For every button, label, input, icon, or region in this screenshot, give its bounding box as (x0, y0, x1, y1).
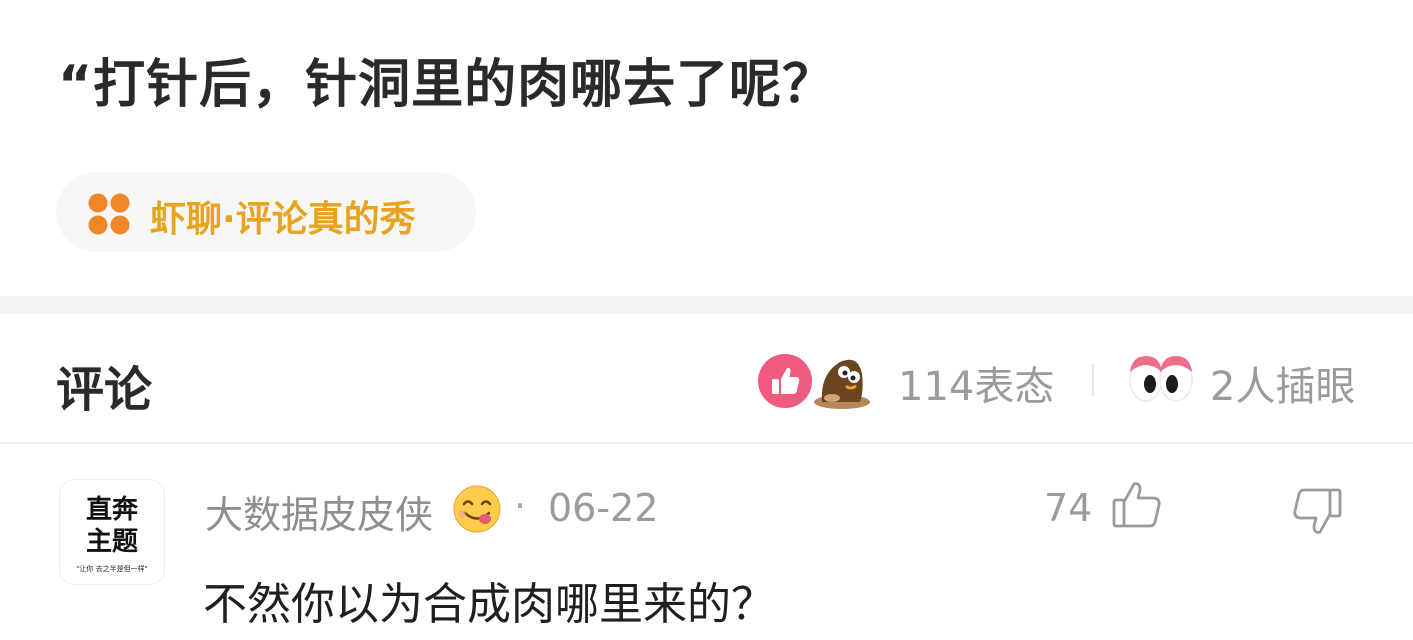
poke-count[interactable]: 2人插眼 (1210, 354, 1355, 412)
mole-reaction-icon[interactable] (812, 350, 872, 410)
comment-username[interactable]: 大数据皮皮侠 (205, 484, 433, 539)
thumbs-up-icon (1112, 482, 1161, 528)
dislike-button[interactable] (1290, 484, 1344, 538)
thumbs-up-reaction-icon[interactable] (757, 353, 813, 409)
comment-like-count: 74 (1044, 486, 1093, 530)
four-petal-icon (88, 193, 130, 235)
thumbs-down-icon (1293, 488, 1342, 534)
header-separator (1092, 364, 1094, 396)
topic-chip[interactable]: 虾聊·评论真的秀 (56, 172, 476, 252)
eyes-icon[interactable] (1128, 350, 1194, 406)
avatar-tagline: "让你 去之半是但一样" (76, 565, 148, 573)
section-divider (0, 296, 1413, 314)
post-title: “打针后，针洞里的肉哪去了呢？ (58, 55, 836, 115)
avatar[interactable]: 直奔 主题 "让你 去之半是但一样" (60, 480, 164, 584)
like-button[interactable] (1110, 478, 1164, 532)
header-divider (0, 442, 1413, 444)
avatar-text-line: 主题 (85, 527, 138, 557)
yum-face-emoji-icon (453, 485, 501, 533)
comment-date: 06-22 (548, 486, 659, 530)
comment-text: 不然你以为合成肉哪里来的？ (203, 579, 775, 630)
comment-page: “打针后，针洞里的肉哪去了呢？ 虾聊·评论真的秀 评论 114表态 2人插眼 直… (0, 0, 1413, 640)
topic-label: 虾聊·评论真的秀 (150, 199, 416, 240)
meta-separator: · (514, 484, 527, 528)
avatar-text-line: 直奔 (85, 495, 138, 525)
comments-title: 评论 (56, 362, 153, 418)
reaction-count[interactable]: 114表态 (898, 354, 1054, 412)
